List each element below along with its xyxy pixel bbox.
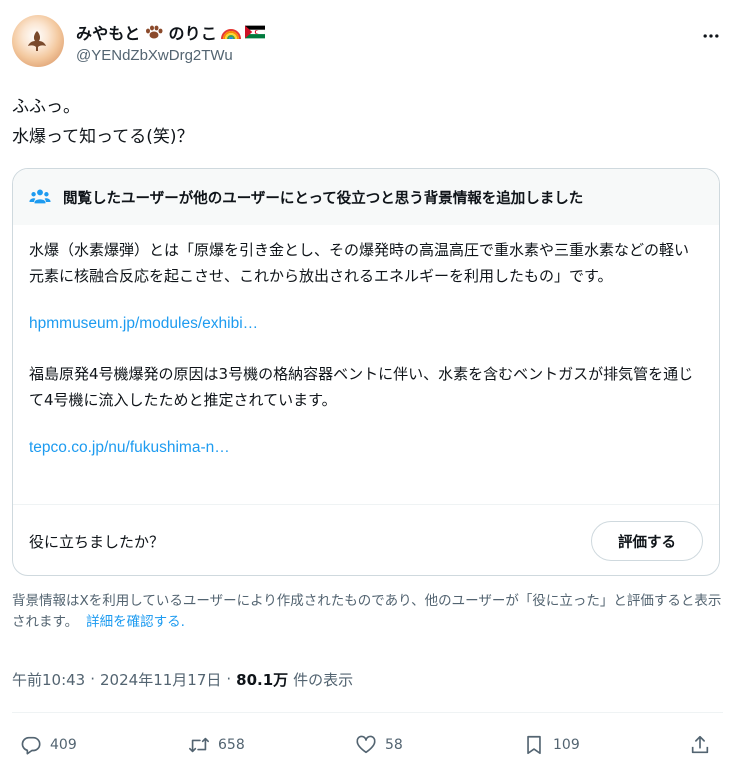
repost-count: 658 <box>218 737 245 753</box>
community-note: 閲覧したユーザーが他のユーザーにとって役立つと思う背景情報を追加しました 水爆（… <box>12 168 720 576</box>
actions-divider-top <box>12 712 723 713</box>
bookmark-icon <box>527 735 541 755</box>
tweet-line-1: ふふっ。 <box>12 97 80 117</box>
repost-button[interactable]: 658 <box>188 726 245 764</box>
paw-emoji-icon <box>146 25 163 39</box>
tweet-line-2: 水爆って知ってる(笑)？ <box>12 127 194 147</box>
rainbow-flag-icon <box>221 29 242 40</box>
helpful-question: 役に立ちましたか？ <box>29 532 165 551</box>
avatar-bird-image <box>28 31 46 51</box>
note-paragraph-2: 福島原発4号機爆発の原因は3号機の格納容器ベントに伴い、水素を含むベントガスが排… <box>29 365 694 409</box>
tweet-header: みやもと のりこ @YENdZbXwDrg2TWu <box>12 10 723 74</box>
community-note-title: 閲覧したユーザーが他のユーザーにとって役立つと思う背景情報を追加しました <box>63 190 584 207</box>
more-options-button[interactable] <box>699 24 723 48</box>
share-icon <box>691 735 709 754</box>
reply-button[interactable]: 409 <box>20 726 77 764</box>
display-name-line[interactable]: みやもと のりこ <box>76 20 266 44</box>
display-name-2[interactable]: のりこ <box>168 20 217 44</box>
bookmark-count: 109 <box>553 737 580 753</box>
tweet-date[interactable]: 2024年11月17日 <box>100 669 221 690</box>
reply-count: 409 <box>50 737 77 753</box>
western-sahara-flag-icon <box>245 25 266 39</box>
heart-icon <box>356 735 376 754</box>
display-name[interactable]: みやもと <box>76 20 140 44</box>
learn-more-link[interactable]: 詳細を確認する. <box>86 614 185 630</box>
handle[interactable]: @YENdZbXwDrg2TWu <box>76 47 233 64</box>
tweet-meta: 午前10:43 · 2024年11月17日 · 80.1万 件の表示 <box>12 666 353 692</box>
note-paragraph-1: 水爆（水素爆弾）とは「原爆を引き金とし、その爆発時の高温高圧で重水素や三重水素な… <box>29 241 690 285</box>
bookmark-button[interactable]: 109 <box>523 726 580 764</box>
avatar[interactable] <box>12 15 64 67</box>
meta-separator-2: · <box>226 670 232 688</box>
community-notes-icon <box>29 189 51 204</box>
like-count: 58 <box>385 737 403 753</box>
views-count[interactable]: 80.1万 <box>236 669 288 690</box>
views-label: 件の表示 <box>293 670 354 689</box>
note-link-1[interactable]: hpmmuseum.jp/modules/exhibi… <box>29 311 703 337</box>
like-button[interactable]: 58 <box>355 726 403 764</box>
community-note-body: 水爆（水素爆弾）とは「原爆を引き金とし、その爆発時の高温高圧で重水素や三重水素な… <box>13 225 719 461</box>
community-note-footer: 役に立ちましたか？ 評価する <box>13 505 719 575</box>
meta-separator: · <box>90 670 96 688</box>
more-horizontal-icon <box>703 34 719 38</box>
community-note-header[interactable]: 閲覧したユーザーが他のユーザーにとって役立つと思う背景情報を追加しました <box>13 169 719 225</box>
note-link-2[interactable]: tepco.co.jp/nu/fukushima-n… <box>29 435 703 461</box>
share-button[interactable] <box>689 726 711 764</box>
action-bar: 409 658 58 109 <box>12 726 723 764</box>
reply-icon <box>21 736 41 755</box>
note-disclaimer: 背景情報はXを利用しているユーザーにより作成されたものであり、他のユーザーが「役… <box>12 591 723 633</box>
tweet-time[interactable]: 午前10:43 <box>12 669 85 690</box>
repost-icon <box>189 737 209 753</box>
rate-button[interactable]: 評価する <box>591 521 703 561</box>
tweet-text: ふふっ。 水爆って知ってる(笑)？ <box>12 92 712 152</box>
